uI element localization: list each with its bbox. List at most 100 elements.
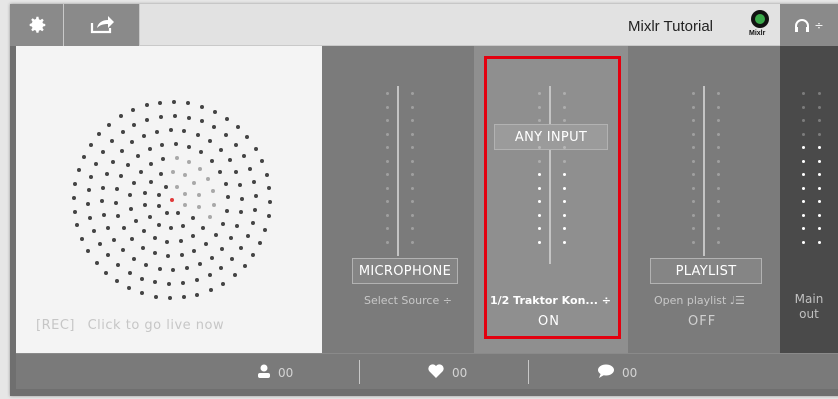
visualizer-dot (208, 288, 213, 293)
visualizer-dot (72, 209, 77, 214)
visualizer-dot (140, 276, 145, 281)
meter-dot (717, 159, 720, 163)
visualizer-dot (131, 180, 136, 185)
visualizer-dot (207, 139, 212, 144)
meter-dot (717, 213, 720, 217)
visualizer-dot (182, 192, 187, 197)
go-live-panel[interactable]: [REC] Click to go live now (16, 46, 322, 353)
visualizer-dot (155, 129, 160, 134)
meter-dot (386, 186, 389, 190)
likes-stat[interactable]: 00 (428, 364, 467, 381)
mixlr-logo-word: Mixlr (749, 30, 766, 37)
visualizer-dot (126, 163, 131, 167)
visualizer-dot (133, 218, 138, 223)
settings-button[interactable] (10, 4, 64, 46)
playlist-button[interactable]: PLAYLIST (650, 258, 762, 284)
meter-dot (386, 173, 389, 176)
chat-bubble-icon (598, 364, 614, 381)
go-live-label[interactable]: [REC] Click to go live now (36, 318, 224, 333)
channel-state-on[interactable]: ON (538, 314, 560, 329)
meter-dot (692, 132, 695, 136)
fader-track[interactable] (549, 86, 551, 264)
open-playlist-link[interactable]: Open playlist ♩☰ (654, 294, 745, 307)
visualizer-dot (251, 252, 256, 257)
visualizer-dot (199, 104, 204, 109)
select-source-dropdown[interactable]: Select Source ÷ (364, 294, 452, 307)
visualizer-dot (223, 133, 228, 138)
visualizer-dot (158, 100, 163, 105)
listeners-stat[interactable]: 00 (258, 364, 293, 381)
headphones-caret: ÷ (814, 18, 824, 32)
visualizer-dot (219, 265, 224, 270)
meter-dot (538, 132, 541, 136)
visualizer-dot (232, 273, 237, 278)
input-source-dropdown[interactable]: 1/2 Traktor Kon... ÷ (490, 294, 611, 307)
meter-dot (692, 92, 695, 95)
visualizer-dot (107, 122, 112, 127)
visualizer-dot (260, 159, 265, 164)
meter-dot (538, 159, 541, 163)
visualizer-dot (121, 248, 126, 253)
main-out-line2: out (799, 307, 819, 321)
meter-dot (717, 227, 720, 230)
visualizer-dot (142, 133, 147, 138)
visualizer-dot (186, 115, 191, 120)
visualizer-dot (190, 234, 195, 239)
meter-dot (386, 213, 389, 217)
meter-dot (563, 92, 566, 95)
meter-dot (692, 159, 695, 163)
visualizer-dot (186, 101, 191, 106)
meter-dot (563, 240, 566, 244)
channel-state-off[interactable]: OFF (688, 314, 716, 329)
rec-label: [REC] (36, 318, 75, 333)
visualizer-dot (195, 292, 200, 297)
visualizer-dot (89, 174, 94, 179)
meter-dot (386, 92, 389, 95)
visualizer-dot (168, 128, 173, 132)
meter-dot (802, 240, 805, 244)
visualizer-dot (199, 150, 204, 155)
visualizer-dot (88, 143, 93, 148)
fader-track[interactable] (397, 86, 399, 256)
meter-dot (692, 119, 695, 122)
visualizer-dot (119, 174, 124, 179)
fader-track[interactable] (703, 86, 705, 256)
visualizer-dot (241, 154, 246, 159)
meter-dot (538, 213, 541, 217)
visualizer-dot (86, 249, 91, 254)
visualizer-dot (91, 229, 96, 234)
visualizer-dot (73, 181, 78, 186)
visualizer-dot (152, 251, 157, 256)
visualizer-dot (101, 149, 106, 154)
meter-dot (386, 132, 389, 136)
headphones-icon (794, 18, 810, 32)
meter-dot (818, 92, 821, 95)
visualizer-dot (223, 181, 228, 186)
visualizer-dot (115, 279, 120, 284)
comments-count: 00 (622, 365, 638, 380)
meter-dot (563, 227, 566, 230)
meter-dot (717, 132, 720, 136)
comments-stat[interactable]: 00 (598, 364, 637, 381)
microphone-button[interactable]: MICROPHONE (352, 258, 458, 284)
share-arrow-icon (89, 15, 115, 35)
meter-dot (538, 119, 541, 122)
meter-dot (717, 200, 720, 203)
visualizer-dot (171, 267, 176, 272)
headphones-button[interactable]: ÷ (780, 4, 838, 46)
meter-dot (538, 92, 541, 95)
visualizer-dot (220, 246, 225, 251)
any-input-button[interactable]: ANY INPUT (494, 124, 608, 150)
visualizer-dot (207, 273, 212, 278)
visualizer-dot (156, 193, 161, 198)
visualizer-dot (76, 168, 81, 173)
visualizer-dot (167, 281, 172, 286)
visualizer-dot (245, 234, 250, 239)
visualizer-dot (148, 179, 153, 184)
share-button[interactable] (64, 4, 140, 46)
meter-dot (538, 105, 541, 109)
visualizer-dot (129, 237, 134, 242)
gear-icon (26, 14, 48, 36)
visualizer-dot (145, 117, 150, 122)
visualizer-dot (187, 144, 192, 149)
